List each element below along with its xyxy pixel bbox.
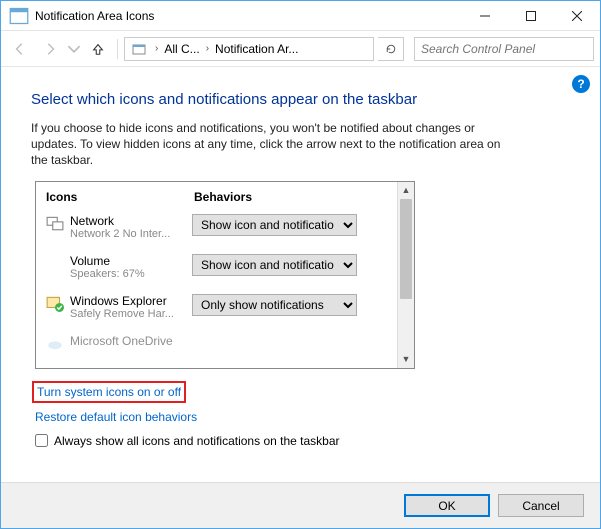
links-section: Turn system icons on or off Restore defa… <box>35 383 570 424</box>
page-description: If you choose to hide icons and notifica… <box>31 120 511 169</box>
behavior-select[interactable]: Only show notifications <box>192 294 357 316</box>
icons-list-panel: Icons Behaviors Network Network 2 No Int… <box>35 181 415 369</box>
icons-list: Icons Behaviors Network Network 2 No Int… <box>36 182 397 368</box>
content-area: ? Select which icons and notifications a… <box>1 67 600 482</box>
item-subtitle: Safely Remove Har... <box>70 308 192 320</box>
item-name: Volume <box>70 254 192 268</box>
chevron-right-icon[interactable]: › <box>202 43 213 54</box>
scroll-up-icon[interactable]: ▲ <box>398 182 414 199</box>
navbar: › All C... › Notification Ar... <box>1 31 600 67</box>
back-button[interactable] <box>7 36 33 62</box>
breadcrumb[interactable]: › All C... › Notification Ar... <box>124 37 374 61</box>
item-subtitle: Network 2 No Inter... <box>70 228 192 240</box>
maximize-button[interactable] <box>508 1 554 31</box>
window-frame: Notification Area Icons › All C... › Not… <box>0 0 601 529</box>
breadcrumb-root-icon <box>131 41 147 57</box>
breadcrumb-item-2[interactable]: Notification Ar... <box>213 42 300 56</box>
nav-separator <box>117 39 118 59</box>
search-box[interactable] <box>414 37 594 61</box>
help-icon[interactable]: ? <box>572 75 590 93</box>
window-controls <box>462 1 600 30</box>
scroll-down-icon[interactable]: ▼ <box>398 351 414 368</box>
column-header-behaviors: Behaviors <box>194 190 387 204</box>
item-name: Microsoft OneDrive <box>70 334 192 348</box>
cancel-button[interactable]: Cancel <box>498 494 584 517</box>
item-name: Windows Explorer <box>70 294 192 308</box>
column-header-icons: Icons <box>46 190 194 204</box>
dialog-footer: OK Cancel <box>1 482 600 528</box>
window-title: Notification Area Icons <box>35 9 462 23</box>
item-subtitle: Speakers: 67% <box>70 268 192 280</box>
scroll-thumb[interactable] <box>400 199 412 299</box>
onedrive-icon <box>46 334 64 352</box>
close-button[interactable] <box>554 1 600 31</box>
column-headers: Icons Behaviors <box>46 190 387 210</box>
list-item: Volume Speakers: 67% Show icon and notif… <box>46 250 387 290</box>
restore-defaults-link[interactable]: Restore default icon behaviors <box>35 410 570 424</box>
minimize-button[interactable] <box>462 1 508 31</box>
recent-dropdown-icon[interactable] <box>67 36 81 62</box>
explorer-icon <box>46 294 64 312</box>
window-icon <box>9 6 29 26</box>
volume-icon <box>46 254 64 272</box>
up-button[interactable] <box>85 36 111 62</box>
refresh-button[interactable] <box>378 37 404 61</box>
always-show-checkbox-row[interactable]: Always show all icons and notifications … <box>35 434 570 448</box>
forward-button[interactable] <box>37 36 63 62</box>
turn-system-icons-link[interactable]: Turn system icons on or off <box>35 384 183 400</box>
always-show-checkbox[interactable] <box>35 434 48 447</box>
scrollbar[interactable]: ▲ ▼ <box>397 182 414 368</box>
network-icon <box>46 214 64 232</box>
list-item: Network Network 2 No Inter... Show icon … <box>46 210 387 250</box>
item-name: Network <box>70 214 192 228</box>
ok-button[interactable]: OK <box>404 494 490 517</box>
page-heading: Select which icons and notifications app… <box>31 91 570 108</box>
chevron-right-icon[interactable]: › <box>151 43 162 54</box>
search-input[interactable] <box>415 42 593 56</box>
titlebar[interactable]: Notification Area Icons <box>1 1 600 31</box>
list-item: Microsoft OneDrive <box>46 330 387 352</box>
always-show-label: Always show all icons and notifications … <box>54 434 340 448</box>
behavior-select[interactable]: Show icon and notificatio <box>192 214 357 236</box>
behavior-select[interactable]: Show icon and notificatio <box>192 254 357 276</box>
list-item: Windows Explorer Safely Remove Har... On… <box>46 290 387 330</box>
breadcrumb-item-1[interactable]: All C... <box>162 42 201 56</box>
